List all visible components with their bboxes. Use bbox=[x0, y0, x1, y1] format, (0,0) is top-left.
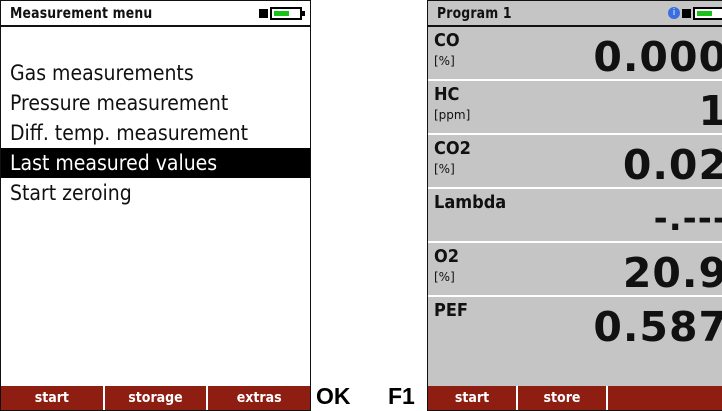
value-row-lambda: Lambda -.--- bbox=[428, 189, 722, 243]
values-list: CO [%] 0.000 HC [ppm] 1 CO2 [%] 0.02 Lam… bbox=[428, 27, 722, 355]
softkey-store[interactable]: store bbox=[516, 386, 606, 410]
value-row-co: CO [%] 0.000 bbox=[428, 27, 722, 81]
battery-icon bbox=[259, 7, 305, 21]
value-row-pef: PEF 0.587 bbox=[428, 297, 722, 355]
parameter-value: 0.587 bbox=[593, 303, 722, 351]
menu-item-start-zeroing[interactable]: Start zeroing bbox=[1, 178, 310, 208]
battery-icon bbox=[682, 7, 722, 21]
softkey-storage[interactable]: storage bbox=[102, 386, 207, 410]
measurement-menu-screen: Measurement menu Gas measurements Pressu… bbox=[0, 0, 311, 411]
values-header: Program 1 i bbox=[428, 1, 722, 27]
parameter-name: CO2 bbox=[434, 138, 471, 159]
parameter-name: HC bbox=[434, 84, 460, 105]
softkey-extras[interactable]: extras bbox=[206, 386, 310, 410]
value-row-co2: CO2 [%] 0.02 bbox=[428, 135, 722, 189]
program-title: Program 1 bbox=[437, 4, 512, 22]
parameter-value: 0.02 bbox=[622, 141, 722, 189]
softkey-start[interactable]: start bbox=[428, 386, 516, 410]
parameter-name: CO bbox=[434, 30, 460, 51]
parameter-name: O2 bbox=[434, 246, 460, 267]
ok-key-label: OK bbox=[316, 383, 351, 409]
page-title: Measurement menu bbox=[10, 4, 153, 22]
info-icon: i bbox=[668, 7, 680, 19]
measurement-menu: Gas measurements Pressure measurement Di… bbox=[1, 58, 310, 208]
menu-item-gas-measurements[interactable]: Gas measurements bbox=[1, 58, 310, 88]
parameter-unit: [ppm] bbox=[434, 108, 471, 122]
f1-key-label: F1 bbox=[388, 383, 415, 409]
value-row-hc: HC [ppm] 1 bbox=[428, 81, 722, 135]
softkey-bar: start store bbox=[428, 386, 722, 410]
softkey-bar: start storage extras bbox=[1, 386, 310, 410]
parameter-unit: [%] bbox=[434, 54, 455, 68]
menu-item-pressure-measurement[interactable]: Pressure measurement bbox=[1, 88, 310, 118]
parameter-value: 1 bbox=[698, 87, 722, 135]
value-row-o2: O2 [%] 20.9 bbox=[428, 243, 722, 297]
parameter-value: -.--- bbox=[653, 199, 722, 239]
parameter-value: 0.000 bbox=[593, 33, 722, 81]
parameter-name: Lambda bbox=[434, 192, 507, 213]
softkey-empty[interactable] bbox=[606, 386, 722, 410]
parameter-name: PEF bbox=[434, 300, 468, 321]
softkey-start[interactable]: start bbox=[1, 386, 103, 410]
measurement-values-screen: Program 1 i CO [%] 0.000 HC [ppm] 1 CO2 … bbox=[427, 0, 722, 411]
menu-item-diff-temp-measurement[interactable]: Diff. temp. measurement bbox=[1, 118, 310, 148]
parameter-unit: [%] bbox=[434, 270, 455, 284]
menu-header: Measurement menu bbox=[1, 1, 310, 27]
parameter-value: 20.9 bbox=[622, 249, 722, 297]
menu-item-last-measured-values[interactable]: Last measured values bbox=[1, 148, 310, 178]
parameter-unit: [%] bbox=[434, 162, 455, 176]
